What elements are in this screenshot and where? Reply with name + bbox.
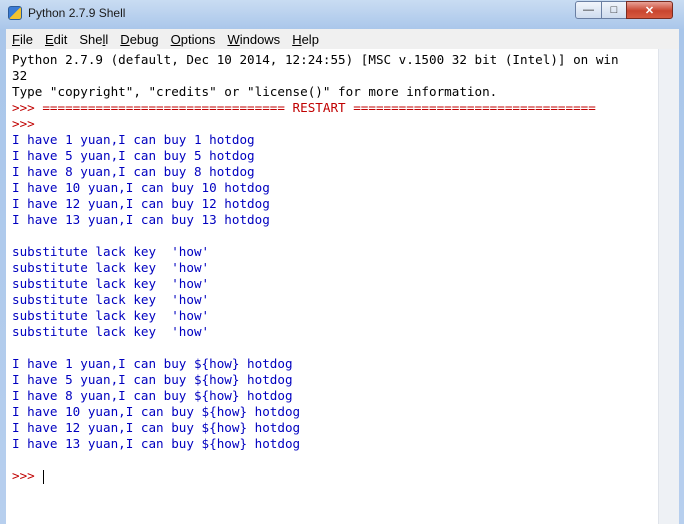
shell-line: substitute lack key 'how' [12, 276, 619, 292]
shell-prompt-line: >>> [12, 468, 619, 484]
text-cursor [43, 469, 45, 484]
menu-shell-label: l [105, 31, 109, 47]
shell-line-text: >>> ================================ RES… [12, 100, 596, 115]
shell-line-text: I have 1 yuan,I can buy 1 hotdog [12, 132, 255, 147]
shell-line-text: I have 10 yuan,I can buy ${how} hotdog [12, 404, 301, 419]
shell-line-text: I have 8 yuan,I can buy 8 hotdog [12, 164, 255, 179]
shell-line-text: I have 12 yuan,I can buy 12 hotdog [12, 196, 270, 211]
shell-line-text: substitute lack key 'how' [12, 260, 210, 275]
shell-line: substitute lack key 'how' [12, 244, 619, 260]
menu-shell-label-pre: She [79, 31, 103, 47]
shell-line: substitute lack key 'how' [12, 308, 619, 324]
menu-debug-label: ebug [129, 31, 159, 47]
shell-line-text: substitute lack key 'how' [12, 324, 210, 339]
window-title: Python 2.7.9 Shell [28, 6, 126, 20]
shell-line: I have 12 yuan,I can buy 12 hotdog [12, 196, 619, 212]
shell-text-area[interactable]: Python 2.7.9 (default, Dec 10 2014, 12:2… [6, 49, 658, 524]
shell-line: >>> [12, 116, 619, 132]
shell-line-text: Type "copyright", "credits" or "license(… [12, 84, 498, 99]
shell-line: substitute lack key 'how' [12, 260, 619, 276]
shell-line-text: I have 8 yuan,I can buy ${how} hotdog [12, 388, 293, 403]
menu-shell[interactable]: Shell [73, 32, 114, 47]
menu-help-label: elp [301, 31, 319, 47]
shell-line: I have 1 yuan,I can buy 1 hotdog [12, 132, 619, 148]
menu-help[interactable]: Help [286, 32, 325, 47]
shell-line-text: substitute lack key 'how' [12, 292, 210, 307]
shell-line: Python 2.7.9 (default, Dec 10 2014, 12:2… [12, 52, 619, 68]
shell-line: >>> ================================ RES… [12, 100, 619, 116]
shell-line: I have 1 yuan,I can buy ${how} hotdog [12, 356, 619, 372]
title-bar[interactable]: Python 2.7.9 Shell — □ ✕ [0, 0, 684, 28]
menu-file-label: ile [19, 31, 33, 47]
shell-line-text: I have 1 yuan,I can buy ${how} hotdog [12, 356, 293, 371]
menu-options-label: ptions [180, 31, 216, 47]
shell-line-text: I have 5 yuan,I can buy 5 hotdog [12, 148, 255, 163]
shell-line-text: Python 2.7.9 (default, Dec 10 2014, 12:2… [12, 52, 619, 67]
menu-debug-accel: D [120, 31, 130, 47]
menu-edit-label: dit [53, 31, 68, 47]
shell-line: I have 12 yuan,I can buy ${how} hotdog [12, 420, 619, 436]
shell-line: I have 10 yuan,I can buy ${how} hotdog [12, 404, 619, 420]
shell-line-text: I have 10 yuan,I can buy 10 hotdog [12, 180, 270, 195]
shell-line-text: I have 13 yuan,I can buy 13 hotdog [12, 212, 270, 227]
shell-line-text: substitute lack key 'how' [12, 244, 210, 259]
shell-line: Type "copyright", "credits" or "license(… [12, 84, 619, 100]
menu-file-accel: F [12, 31, 20, 47]
close-button[interactable]: ✕ [626, 1, 673, 19]
shell-line-text: I have 5 yuan,I can buy ${how} hotdog [12, 372, 293, 387]
menu-help-accel: H [292, 31, 302, 47]
menu-windows-label: indows [239, 31, 281, 47]
shell-line: I have 8 yuan,I can buy ${how} hotdog [12, 388, 619, 404]
shell-window: Python 2.7.9 Shell — □ ✕ File Edit Shell… [0, 0, 684, 524]
shell-line: I have 8 yuan,I can buy 8 hotdog [12, 164, 619, 180]
menu-file[interactable]: File [6, 32, 39, 47]
shell-line-text: substitute lack key 'how' [12, 308, 210, 323]
shell-output: Python 2.7.9 (default, Dec 10 2014, 12:2… [12, 52, 619, 484]
shell-line: I have 10 yuan,I can buy 10 hotdog [12, 180, 619, 196]
menu-debug[interactable]: Debug [114, 32, 164, 47]
menu-options-accel: O [170, 31, 181, 47]
menu-options[interactable]: Options [165, 32, 222, 47]
shell-line: substitute lack key 'how' [12, 292, 619, 308]
shell-line-text: >>> [12, 116, 43, 131]
shell-line-text: I have 13 yuan,I can buy ${how} hotdog [12, 436, 301, 451]
shell-line: substitute lack key 'how' [12, 324, 619, 340]
shell-line-text: >>> [12, 468, 43, 483]
maximize-button[interactable]: □ [601, 1, 627, 19]
minimize-button[interactable]: — [575, 1, 602, 19]
menu-edit-accel: E [44, 31, 54, 47]
menu-bar: File Edit Shell Debug Options Windows He… [6, 29, 679, 49]
menu-windows[interactable]: Windows [221, 32, 286, 47]
shell-line-text: 32 [12, 68, 28, 83]
python-icon [8, 6, 22, 20]
shell-line: I have 13 yuan,I can buy ${how} hotdog [12, 436, 619, 452]
menu-windows-accel: W [227, 31, 240, 47]
vertical-scrollbar[interactable] [658, 49, 679, 524]
shell-line: I have 13 yuan,I can buy 13 hotdog [12, 212, 619, 228]
shell-line: I have 5 yuan,I can buy 5 hotdog [12, 148, 619, 164]
shell-line-text: substitute lack key 'how' [12, 276, 210, 291]
shell-line-text: I have 12 yuan,I can buy ${how} hotdog [12, 420, 301, 435]
menu-edit[interactable]: Edit [39, 32, 73, 47]
shell-line: 32 [12, 68, 619, 84]
shell-line: I have 5 yuan,I can buy ${how} hotdog [12, 372, 619, 388]
